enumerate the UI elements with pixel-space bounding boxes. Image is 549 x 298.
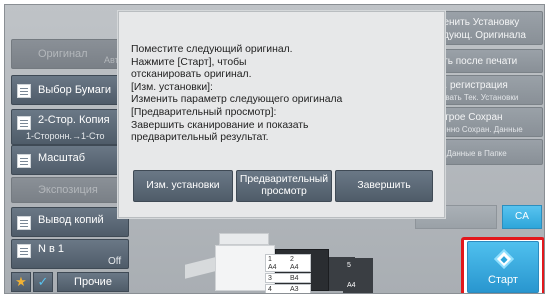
finish-label: Завершить (357, 180, 411, 191)
copier-screen: Оригинал Авто Выбор Бумаги 2-Стор. Копия… (4, 4, 545, 294)
preview-label: Предварительный просмотр (239, 174, 329, 197)
other-button[interactable]: Прочие (57, 272, 129, 292)
duplex-icon (17, 116, 31, 130)
bypass-tray[interactable]: 5 A4 (343, 258, 373, 293)
paper-select-label: Выбор Бумаги (38, 84, 112, 96)
machine-illustration: 1 2 A4 A4 3 B4 4 A3 (181, 231, 357, 293)
start-label: Старт (488, 274, 518, 286)
n-up-label: N в 1 (38, 243, 65, 255)
duplex-label: 2-Стор. Копия (38, 114, 110, 126)
star-icon: ★ (15, 274, 27, 289)
output-icon (17, 216, 31, 230)
n-up-button[interactable]: N в 1 Off (11, 239, 129, 269)
quick-save-line2: еменно Сохран. Данные (432, 125, 523, 134)
output-button[interactable]: Вывод копий (11, 207, 129, 237)
tray-4-size: A3 (290, 286, 299, 293)
original-label: Оригинал (38, 48, 88, 60)
tray-2-size: A4 (290, 264, 299, 271)
tray-1-2[interactable]: 1 2 A4 A4 (265, 254, 311, 272)
paper-select-button[interactable]: Выбор Бумаги (11, 75, 129, 105)
tray-3-size: B4 (290, 275, 299, 282)
favorite-star-button[interactable]: ★ (11, 272, 31, 292)
tray-1-num: 1 (268, 256, 272, 263)
duplex-copy-button[interactable]: 2-Стор. Копия 1-Сторонн.→1-Сто (11, 109, 129, 145)
dialog-message: Поместите следующий оригинал. Нажмите [С… (131, 44, 343, 144)
clear-all-button[interactable]: CA (502, 205, 542, 229)
machine-scanner (219, 233, 269, 245)
change-settings-button[interactable]: Изм. установки (133, 170, 233, 202)
next-original-dialog: Поместите следующий оригинал. Нажмите [С… (118, 11, 445, 218)
preview-button[interactable]: Предварительный просмотр (236, 170, 332, 202)
zoom-label: Масштаб (38, 152, 86, 164)
change-settings-label: Изм. установки (146, 180, 220, 191)
original-button[interactable]: Оригинал Авто (11, 39, 129, 69)
exposure-button[interactable]: Экспозиция (11, 177, 129, 203)
n-up-icon (17, 244, 31, 258)
check-button[interactable]: ✓ (33, 272, 53, 292)
tray-1-size: A4 (268, 264, 277, 271)
duplex-sub: 1-Сторонн.→1-Сто (26, 131, 105, 141)
change-settings-line1: зменить Установку (432, 17, 520, 28)
tray-4[interactable]: 4 A3 (265, 284, 311, 293)
zoom-icon (17, 154, 31, 168)
start-button[interactable]: Старт (467, 241, 539, 293)
paper-icon (17, 84, 31, 98)
check-icon: ✓ (37, 274, 49, 289)
tray-3[interactable]: 3 B4 (265, 273, 311, 283)
change-settings-line2: ледующ. Оригинала (432, 30, 526, 41)
bypass-num: 5 (347, 262, 351, 269)
zoom-button[interactable]: Масштаб (11, 145, 129, 175)
machine-feeder (185, 257, 215, 279)
finish-button[interactable]: Завершить (335, 170, 433, 202)
output-label: Вывод копий (38, 214, 104, 226)
bypass-size: A4 (347, 282, 356, 289)
n-up-value: Off (108, 256, 122, 267)
tray-3-num: 3 (268, 275, 272, 282)
tray-4-num: 4 (268, 286, 272, 293)
start-diamond-icon (494, 249, 514, 269)
exposure-label: Экспозиция (38, 184, 98, 196)
